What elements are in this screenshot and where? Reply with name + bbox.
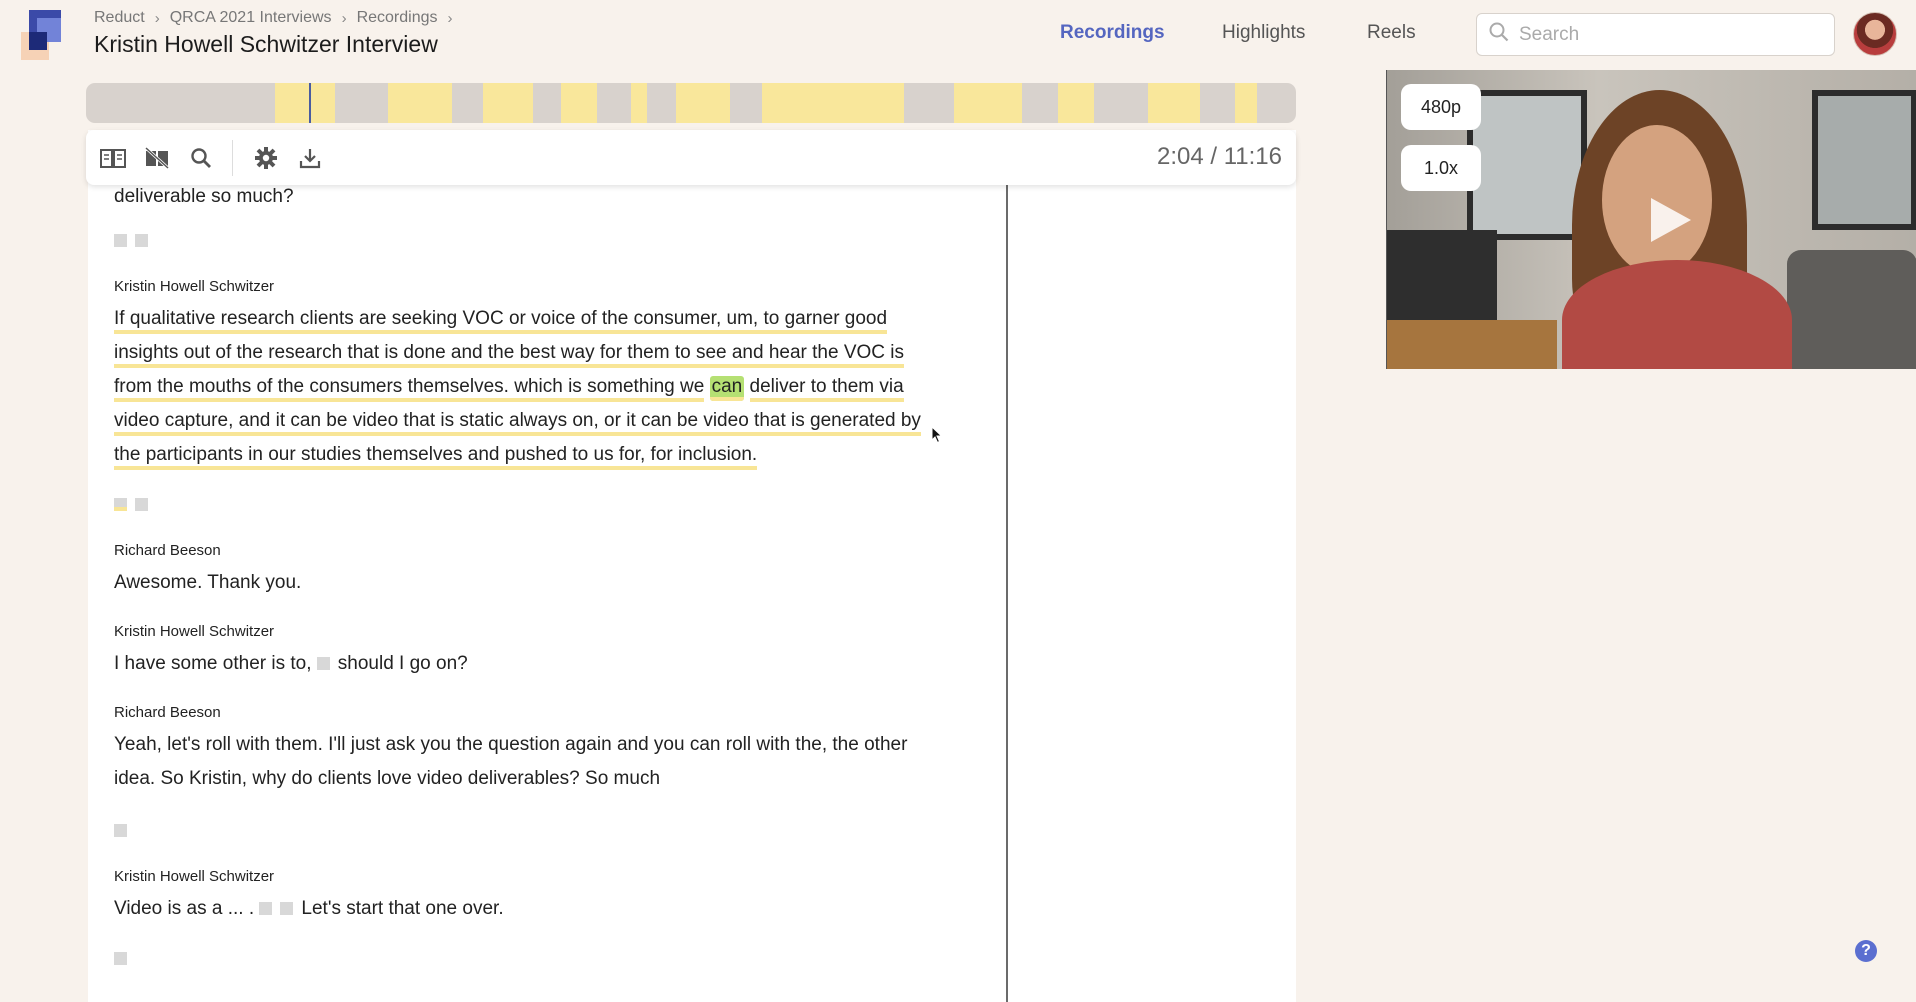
- page-title: Kristin Howell Schwitzer Interview: [94, 31, 438, 57]
- timeline-highlight[interactable]: [762, 83, 904, 123]
- timeline-highlight[interactable]: [1148, 83, 1200, 123]
- timeline-highlight[interactable]: [954, 83, 1022, 123]
- recording-timeline[interactable]: [86, 83, 1296, 123]
- search-input[interactable]: [1519, 23, 1819, 46]
- timeline-playhead[interactable]: [309, 83, 311, 123]
- transcript-text[interactable]: Let's start that one over.: [301, 898, 503, 919]
- help-button[interactable]: ?: [1855, 940, 1877, 962]
- gear-icon[interactable]: [253, 145, 279, 171]
- transcript-line[interactable]: insights out of the research that is don…: [114, 342, 905, 368]
- transcript-text[interactable]: Video is as a ... .: [114, 898, 254, 919]
- pause-marker[interactable]: [135, 234, 148, 248]
- chevron-right-icon: ›: [341, 9, 347, 27]
- timeline-highlight[interactable]: [1058, 83, 1094, 123]
- chevron-right-icon: ›: [154, 9, 160, 27]
- transcript-line[interactable]: If qualitative research clients are seek…: [114, 308, 888, 334]
- panel-divider: [1006, 185, 1008, 1002]
- speaker-name[interactable]: Kristin Howell Schwitzer: [114, 623, 989, 640]
- transcript-line[interactable]: idea. So Kristin, why do clients love vi…: [114, 762, 989, 796]
- pause-marker[interactable]: [114, 498, 127, 512]
- pause-marker[interactable]: [114, 824, 127, 838]
- timeline-highlight[interactable]: [631, 83, 647, 123]
- toolbar-divider: [232, 139, 233, 176]
- quality-button[interactable]: 480p: [1401, 84, 1481, 130]
- search-icon: [1489, 22, 1509, 47]
- transcript-paragraph: If qualitative research clients are seek…: [114, 302, 989, 472]
- transcript-text[interactable]: I have some other is to,: [114, 653, 312, 674]
- download-icon[interactable]: [297, 145, 323, 171]
- user-avatar[interactable]: [1853, 12, 1897, 56]
- search-bar[interactable]: [1476, 13, 1835, 56]
- chevron-right-icon: ›: [447, 9, 453, 27]
- search-icon[interactable]: [188, 145, 214, 171]
- active-word[interactable]: can: [709, 376, 745, 401]
- pause-marker[interactable]: [259, 902, 273, 916]
- timeline-highlight[interactable]: [388, 83, 452, 123]
- pause-marker[interactable]: [114, 234, 127, 248]
- nav-recordings[interactable]: Recordings: [1060, 22, 1165, 44]
- pause-marker[interactable]: [135, 498, 148, 512]
- timeline-highlight[interactable]: [561, 83, 597, 123]
- breadcrumb: Reduct › QRCA 2021 Interviews › Recordin…: [94, 9, 463, 27]
- transcript-text[interactable]: should I go on?: [338, 653, 468, 674]
- transcript-line[interactable]: deliver to them via: [749, 376, 904, 402]
- timeline-highlight[interactable]: [275, 83, 335, 123]
- nav-reels[interactable]: Reels: [1367, 22, 1416, 44]
- transcript-line[interactable]: from the mouths of the consumers themsel…: [114, 376, 705, 402]
- speaker-name[interactable]: Kristin Howell Schwitzer: [114, 868, 989, 885]
- play-icon[interactable]: [1651, 198, 1691, 242]
- timeline-highlight[interactable]: [676, 83, 730, 123]
- timeline-highlight[interactable]: [483, 83, 533, 123]
- breadcrumb-item-recordings[interactable]: Recordings: [357, 9, 438, 27]
- transcript-line[interactable]: the participants in our studies themselv…: [114, 444, 758, 470]
- transcript-line[interactable]: Yeah, let's roll with them. I'll just as…: [114, 728, 989, 762]
- transcript-text[interactable]: Awesome. Thank you.: [114, 566, 989, 600]
- speaker-name[interactable]: Richard Beeson: [114, 704, 989, 721]
- pause-marker[interactable]: [114, 952, 127, 966]
- video-player[interactable]: 480p 1.0x: [1386, 70, 1916, 369]
- pause-marker[interactable]: [280, 902, 294, 916]
- reduct-logo[interactable]: [21, 10, 71, 60]
- mouse-cursor-icon: [931, 425, 943, 449]
- transcript-toolbar: 2:04 / 11:16: [86, 130, 1296, 185]
- speaker-name[interactable]: Richard Beeson: [114, 542, 989, 559]
- hide-icon[interactable]: [144, 145, 170, 171]
- playback-timecode: 2:04 / 11:16: [1157, 143, 1282, 170]
- breadcrumb-item-project[interactable]: QRCA 2021 Interviews: [170, 9, 332, 27]
- transcript-text[interactable]: deliverable so much?: [114, 180, 989, 214]
- timeline-highlight[interactable]: [1235, 83, 1257, 123]
- breadcrumb-item-reduct[interactable]: Reduct: [94, 9, 145, 27]
- transcript-line[interactable]: video capture, and it can be video that …: [114, 410, 921, 436]
- speaker-name[interactable]: Kristin Howell Schwitzer: [114, 278, 989, 295]
- book-icon[interactable]: [100, 145, 126, 171]
- speed-button[interactable]: 1.0x: [1401, 145, 1481, 191]
- pause-marker[interactable]: [316, 657, 330, 671]
- nav-highlights[interactable]: Highlights: [1222, 22, 1305, 44]
